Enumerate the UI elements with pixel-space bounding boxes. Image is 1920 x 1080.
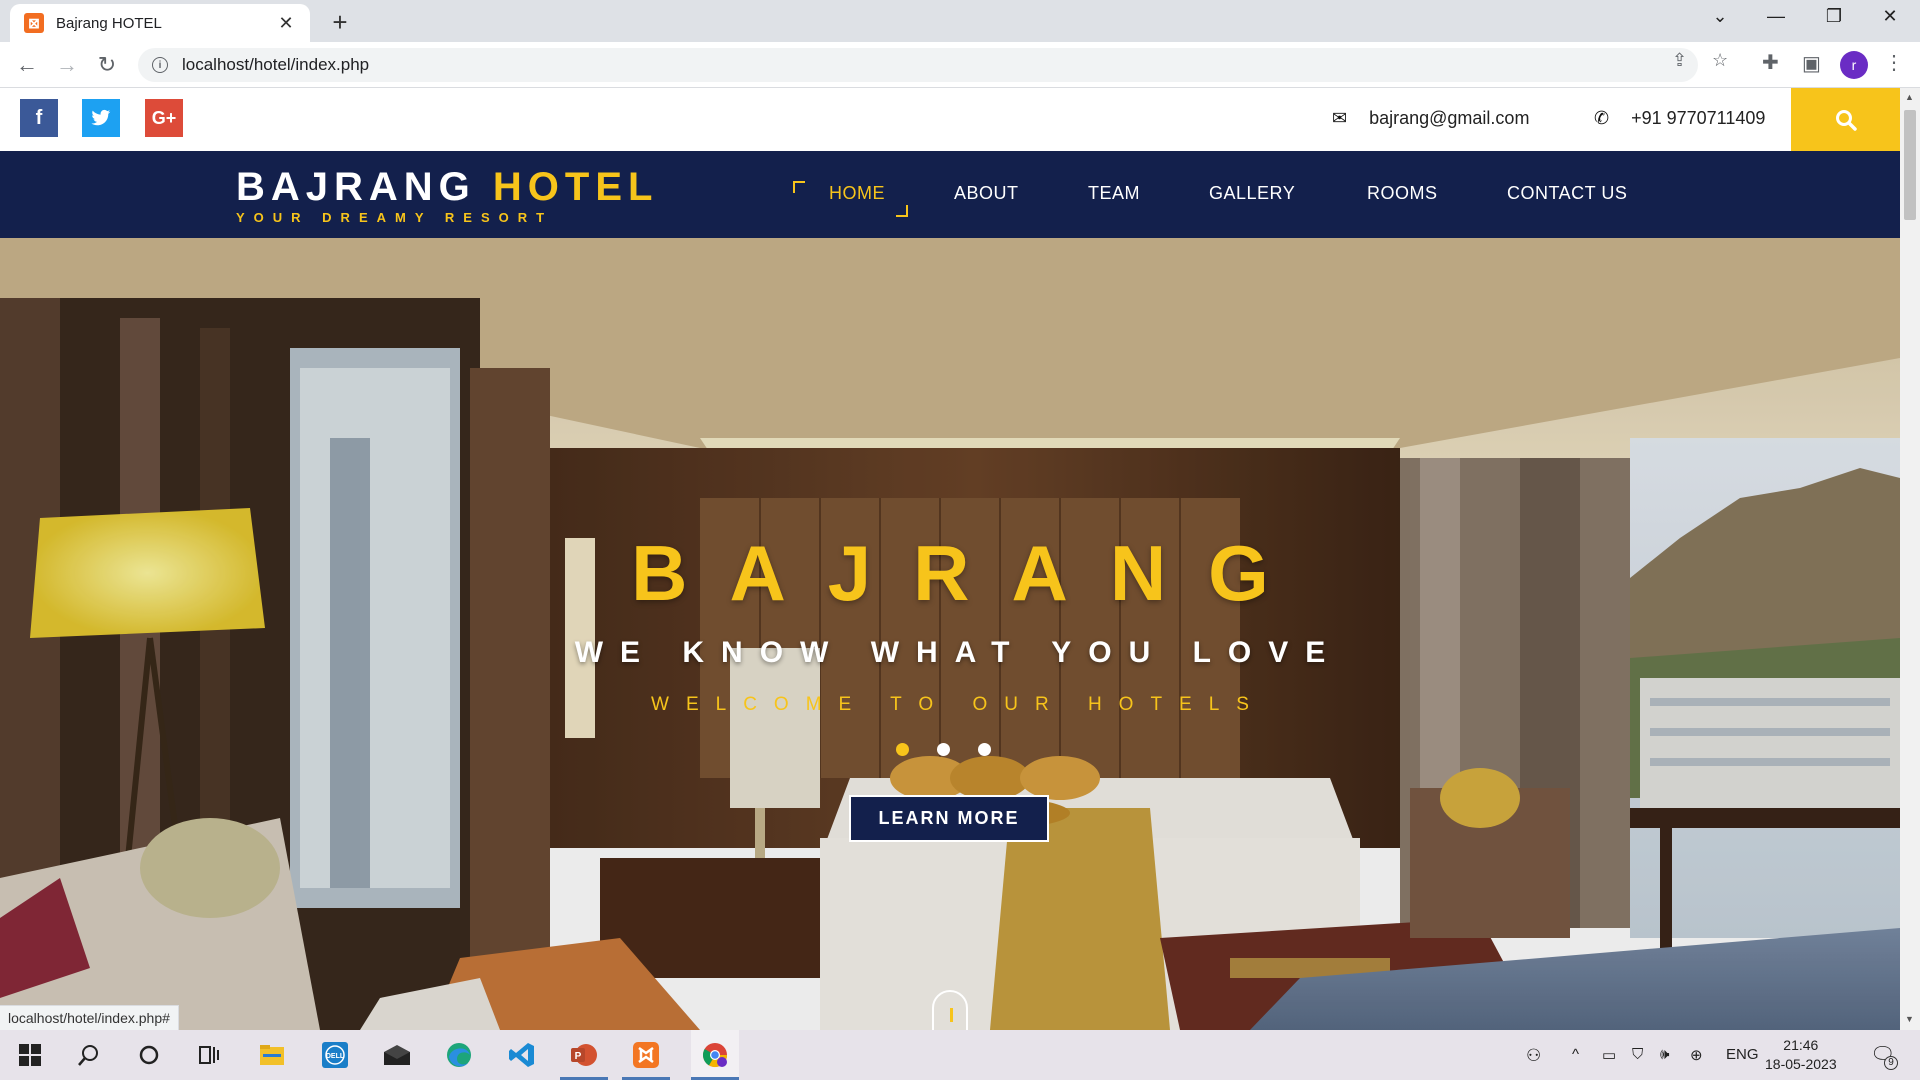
hero-subtitle: WE KNOW WHAT YOU LOVE [574,636,1343,669]
restore-button[interactable]: ❐ [1814,6,1854,27]
nav-rooms[interactable]: ROOMS [1367,183,1438,204]
start-icon[interactable] [13,1039,47,1071]
slider-dot-1[interactable] [896,743,909,756]
active-nav-bracket-bottom [896,205,908,217]
facebook-icon[interactable]: f [20,99,58,137]
browser-menu-icon[interactable]: ⋮ [1884,50,1904,75]
show-hidden-icons-chevron-icon[interactable]: ^ [1572,1046,1579,1063]
tab-search-chevron-icon[interactable]: ⌄ [1700,6,1740,27]
profile-avatar[interactable]: r [1840,51,1868,79]
site-info-icon[interactable]: i [152,57,168,73]
slider-dot-3[interactable] [978,743,991,756]
xampp-icon[interactable] [629,1039,663,1071]
edge-icon[interactable] [442,1039,476,1071]
phone-text: +91 9770711409 [1631,108,1766,128]
people-icon[interactable]: ⚇ [1526,1046,1541,1066]
chrome-icon[interactable] [691,1030,739,1080]
slider-dots [896,743,991,756]
scroll-up-arrow-icon[interactable]: ▲ [1905,92,1914,102]
minimize-button[interactable]: — [1756,6,1796,27]
new-tab-button[interactable]: + [326,7,354,37]
nav-home[interactable]: HOME [829,183,885,204]
volume-icon[interactable]: 🕪 [1660,1046,1669,1063]
nav-team[interactable]: TEAM [1088,183,1140,204]
side-panel-icon[interactable]: ▣ [1802,51,1821,76]
language-indicator[interactable]: ENG [1726,1046,1759,1063]
dell-icon[interactable]: DELL [318,1039,352,1071]
search-icon[interactable] [72,1039,106,1071]
battery-icon[interactable]: ▭ [1602,1046,1616,1064]
address-bar[interactable]: i localhost/hotel/index.php [138,48,1698,82]
brand-logo[interactable]: BAJRANG HOTEL YOUR DREAMY RESORT [236,165,658,225]
phone-contact[interactable]: ✆ +91 9770711409 [1594,108,1765,129]
scroll-down-arrow-icon[interactable]: ▼ [1905,1014,1914,1024]
windows-taskbar: DELL P ⚇ ^ ▭ ⛉ 🕪 ⊕ ENG 21:46 18-05-2023 … [0,1030,1920,1080]
email-contact[interactable]: ✉ bajrang@gmail.com [1332,108,1529,129]
search-button[interactable] [1791,88,1900,151]
share-icon[interactable]: ⇪ [1672,50,1687,71]
svg-text:P: P [575,1051,582,1062]
nav-about[interactable]: ABOUT [954,183,1019,204]
vscode-icon[interactable] [505,1039,539,1071]
hotel-room-background-image [0,238,1900,1030]
main-navbar: BAJRANG HOTEL YOUR DREAMY RESORT HOME AB… [0,151,1900,238]
bookmark-star-icon[interactable]: ☆ [1712,50,1728,71]
phone-icon: ✆ [1594,108,1610,128]
nav-contact-us[interactable]: CONTACT US [1507,183,1627,204]
back-button[interactable]: ← [12,50,42,80]
twitter-icon[interactable] [82,99,120,137]
brand-name: BAJRANG HOTEL [236,165,659,209]
email-text: bajrang@gmail.com [1369,108,1530,128]
clock-time: 21:46 [1783,1037,1819,1053]
learn-more-button[interactable]: LEARN MORE [849,795,1049,842]
scrollbar-thumb[interactable] [1904,110,1916,220]
page-scrollbar[interactable]: ▲ ▼ [1900,88,1920,1030]
status-bar-link-preview: localhost/hotel/index.php# [0,1005,179,1031]
powerpoint-icon[interactable]: P [567,1039,601,1071]
browser-toolbar: ← → ↻ i localhost/hotel/index.php ⇪ ☆ ✚ … [0,42,1920,88]
slider-dot-2[interactable] [937,743,950,756]
mail-icon[interactable] [380,1039,414,1071]
notification-count-badge: 9 [1884,1056,1898,1070]
extensions-puzzle-icon[interactable]: ✚ [1762,50,1779,75]
top-contact-bar: f G+ ✉ bajrang@gmail.com ✆ +91 977071140… [0,88,1900,151]
web-page: f G+ ✉ bajrang@gmail.com ✆ +91 977071140… [0,88,1900,1030]
google-plus-icon[interactable]: G+ [145,99,183,137]
reload-button[interactable]: ↻ [92,50,122,80]
xampp-icon: ⊠ [24,13,44,33]
mouse-wheel-indicator [950,1008,953,1022]
search-icon [1835,109,1857,131]
hero-tagline: WELCOME TO OUR HOTELS [651,694,1266,715]
browser-tab[interactable]: ⊠ Bajrang HOTEL ✕ [10,4,310,42]
tab-title: Bajrang HOTEL [56,14,162,32]
close-tab-icon[interactable]: ✕ [276,13,296,34]
envelope-icon: ✉ [1332,108,1348,128]
browser-tab-strip: ⊠ Bajrang HOTEL ✕ + ⌄ — ❐ ✕ [0,0,1920,42]
scroll-down-mouse-icon[interactable] [932,990,968,1030]
cortana-icon[interactable] [132,1039,166,1071]
hero-title: BAJRANG [631,529,1311,617]
svg-text:DELL: DELL [326,1053,345,1060]
clock-date: 18-05-2023 [1765,1056,1837,1072]
close-window-button[interactable]: ✕ [1870,6,1910,27]
hero-slider: BAJRANG WE KNOW WHAT YOU LOVE WELCOME TO… [0,238,1900,1030]
nav-gallery[interactable]: GALLERY [1209,183,1295,204]
url-text: localhost/hotel/index.php [182,55,370,74]
network-globe-icon[interactable]: ⊕ [1690,1046,1703,1064]
file-explorer-icon[interactable] [255,1039,289,1071]
task-view-icon[interactable] [192,1039,226,1071]
security-shield-icon[interactable]: ⛉ [1632,1046,1643,1063]
active-nav-bracket-top [793,181,805,193]
taskbar-clock[interactable]: 21:46 18-05-2023 [1765,1036,1837,1074]
forward-button[interactable]: → [52,50,82,80]
brand-tagline: YOUR DREAMY RESORT [236,210,554,225]
